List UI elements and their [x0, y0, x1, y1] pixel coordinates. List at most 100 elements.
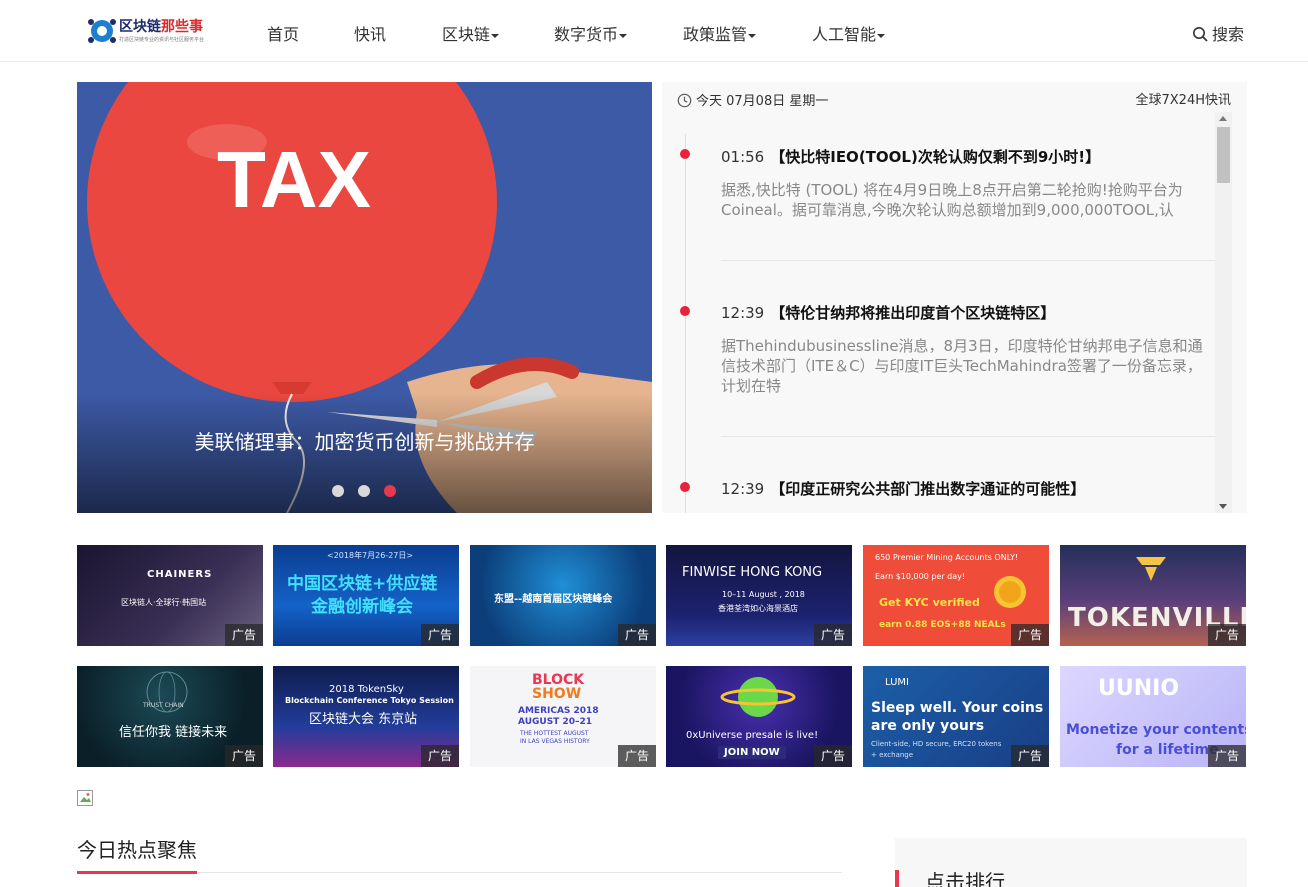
flash-title[interactable]: 【特伦甘纳邦将推出印度首个区块链特区】	[770, 304, 1055, 322]
flash-title[interactable]: 【快比特IEO(TOOL)次轮认购仅剩不到9小时!】	[770, 148, 1100, 166]
ad-text: CHAINERS	[147, 569, 213, 580]
ad-text: 区块链人·全球行·韩国站	[121, 598, 207, 607]
ad-tag: 广告	[1011, 745, 1049, 767]
ad-text: Monetize your contents	[1066, 722, 1246, 738]
click-ranking-panel: 点击排行	[895, 838, 1247, 887]
ad-banner-trustchain[interactable]: TRUST CHAIN 信任你我 链接未来 广告	[77, 666, 263, 767]
nav-item-home[interactable]: 首页	[267, 21, 299, 45]
ad-banner-uunio[interactable]: UUNIO Monetize your contents for a lifet…	[1060, 666, 1246, 767]
hot-news-title: 今日热点聚焦	[77, 838, 197, 862]
search-icon	[1193, 27, 1208, 42]
slider-dot[interactable]	[332, 485, 344, 497]
search-button[interactable]: 搜索	[1192, 21, 1244, 45]
timeline-line	[685, 134, 686, 513]
timeline-dot	[680, 306, 690, 316]
flash-item-head[interactable]: 12:39 【印度正研究公共部门推出数字通证的可能性】	[721, 478, 1085, 499]
ad-banner-supply-chain[interactable]: <2018年7月26-27日> 中国区块链+供应链 金融创新峰会 广告	[273, 545, 459, 646]
ad-banner-blockshow[interactable]: BLOCK SHOW AMERICAS 2018 AUGUST 20–21 TH…	[470, 666, 656, 767]
chevron-down-icon	[748, 33, 757, 38]
chevron-down-icon	[619, 33, 628, 38]
nav-item-crypto[interactable]: 数字货币	[554, 21, 628, 45]
ad-text: 0xUniverse presale is live!	[686, 730, 819, 741]
hero-slider[interactable]: TAX 美联储理事：加密货币创新与挑战并存	[77, 82, 652, 513]
site-header: 区块链那些事 打造区块链专业的资讯与社区服务平台 首页 快讯 区块链 数字货币 …	[0, 0, 1308, 62]
scroll-up-arrow-icon[interactable]	[1219, 116, 1227, 121]
ad-banner-asean-vietnam[interactable]: 东盟--越南首届区块链峰会 广告	[470, 545, 656, 646]
nav-item-ai[interactable]: 人工智能	[812, 21, 886, 45]
flash-item-body: 据Thehindubusinessline消息，8月3日，印度特伦甘纳邦电子信息…	[721, 337, 1203, 395]
logo-subtitle: 打造区块链专业的资讯与社区服务平台	[119, 37, 205, 43]
clock-icon	[677, 93, 692, 108]
click-ranking-title: 点击排行	[925, 870, 1005, 887]
ad-text: 650 Premier Mining Accounts ONLY!	[875, 553, 1019, 562]
flash-divider	[721, 436, 1215, 437]
ad-banner-finwise[interactable]: FINWISE HONG KONG 10–11 August , 2018 香港…	[666, 545, 852, 646]
section-accent-bar	[77, 871, 197, 874]
scroll-down-arrow-icon[interactable]	[1219, 504, 1227, 509]
ad-text: are only yours	[871, 718, 985, 734]
tokenville-logo-icon	[1136, 557, 1166, 581]
ad-text: THE HOTTEST AUGUST	[520, 730, 589, 737]
coin-icon	[994, 576, 1026, 608]
ad-text: 2018 TokenSky	[329, 684, 404, 695]
ad-tag: 广告	[618, 624, 656, 646]
ad-banner-tokenville[interactable]: TOKENVILLE 广告	[1060, 545, 1246, 646]
site-logo[interactable]: 区块链那些事 打造区块链专业的资讯与社区服务平台	[87, 14, 207, 48]
flash-time: 01:56	[721, 148, 765, 166]
ad-text: earn 0.88 EOS+88 NEALs	[879, 620, 1006, 630]
nav-item-flash[interactable]: 快讯	[354, 21, 386, 45]
ad-text: Earn $10,000 per day!	[875, 572, 966, 581]
flash-item-head[interactable]: 12:39 【特伦甘纳邦将推出印度首个区块链特区】	[721, 302, 1055, 323]
ad-banner-mining[interactable]: 650 Premier Mining Accounts ONLY! Earn $…	[863, 545, 1049, 646]
flash-time: 12:39	[721, 480, 765, 498]
hero-caption[interactable]: 美联储理事：加密货币创新与挑战并存	[77, 426, 652, 455]
ad-text: 信任你我 链接未来	[119, 725, 228, 740]
flash-item-body: 据悉,快比特 (TOOL) 将在4月9日晚上8点开启第二轮抢购!抢购平台为Coi…	[721, 181, 1183, 219]
ad-text: 区块链大会 东京站	[309, 712, 418, 727]
ad-text: 中国区块链+供应链	[287, 574, 438, 594]
ad-text: Get KYC verified	[879, 596, 980, 609]
ad-text: AUGUST 20–21	[518, 717, 592, 727]
ad-text: 香港荃湾如心海景酒店	[718, 604, 798, 613]
ad-tag: 广告	[1208, 745, 1246, 767]
flash-divider	[721, 260, 1215, 261]
flash-scrollbar[interactable]	[1215, 112, 1232, 513]
ad-text: JOIN NOW	[718, 746, 786, 759]
ad-tag: 广告	[814, 624, 852, 646]
ad-tag: 广告	[421, 745, 459, 767]
slider-dot-active[interactable]	[384, 485, 396, 497]
timeline-dot	[680, 149, 690, 159]
flash-global-label[interactable]: 全球7X24H快讯	[1136, 89, 1232, 108]
nav-item-blockchain[interactable]: 区块链	[442, 21, 500, 45]
ad-banner-chainers[interactable]: CHAINERS 区块链人·全球行·韩国站 广告	[77, 545, 263, 646]
chevron-down-icon	[877, 33, 886, 38]
nav-item-policy[interactable]: 政策监管	[683, 21, 757, 45]
timeline-dot	[680, 482, 690, 492]
ad-text: <2018年7月26-27日>	[327, 551, 414, 560]
rank-accent-bar	[895, 870, 899, 887]
ad-tag: 广告	[421, 624, 459, 646]
ad-text: 东盟--越南首届区块链峰会	[494, 594, 613, 605]
ad-banner-tokensky[interactable]: 2018 TokenSky Blockchain Conference Toky…	[273, 666, 459, 767]
flash-item-head[interactable]: 01:56 【快比特IEO(TOOL)次轮认购仅剩不到9小时!】	[721, 146, 1100, 167]
ad-text: IN LAS VEGAS HISTORY	[520, 738, 590, 745]
ad-text: Client-side, HD secure, ERC20 tokens	[871, 740, 1002, 748]
planet-icon	[720, 677, 796, 717]
flash-time: 12:39	[721, 304, 765, 322]
ad-tag: 广告	[225, 624, 263, 646]
ad-tag: 广告	[225, 745, 263, 767]
ad-text: LUMI	[885, 677, 909, 688]
slider-dot[interactable]	[358, 485, 370, 497]
ad-tag: 广告	[618, 745, 656, 767]
scroll-thumb[interactable]	[1217, 127, 1230, 183]
logo-mark-icon	[88, 19, 116, 43]
ad-text: + exchange	[871, 751, 914, 759]
ad-banner-0xuniverse[interactable]: 0xUniverse presale is live! JOIN NOW 广告	[666, 666, 852, 767]
ad-text: FINWISE HONG KONG	[682, 565, 823, 580]
svg-text:TAX: TAX	[217, 135, 371, 224]
flash-news-panel: 今天 07月08日 星期一 全球7X24H快讯 01:56 【快比特IEO(TOO…	[662, 82, 1247, 513]
broken-image-icon	[77, 790, 93, 806]
ad-tag: 广告	[1011, 624, 1049, 646]
ad-banner-lumi[interactable]: LUMI Sleep well. Your coins are only you…	[863, 666, 1049, 767]
flash-title[interactable]: 【印度正研究公共部门推出数字通证的可能性】	[770, 480, 1085, 498]
